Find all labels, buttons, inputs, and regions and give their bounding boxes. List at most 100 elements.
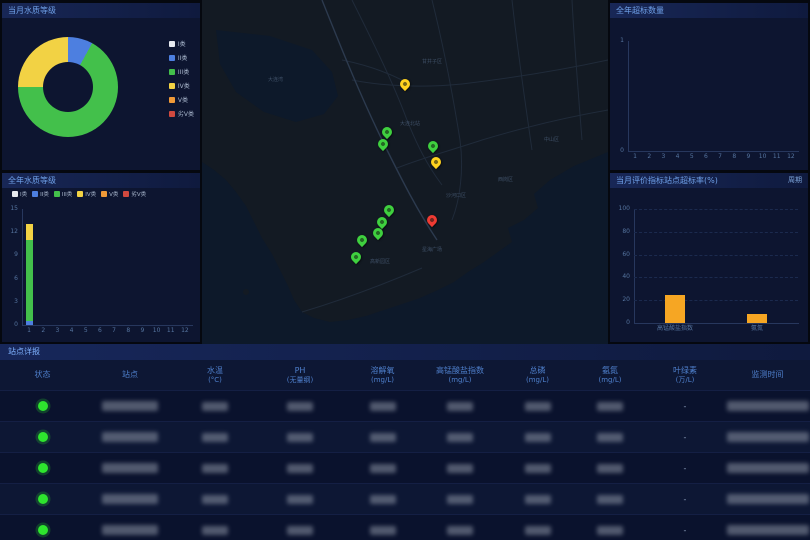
map-pin-warning[interactable] <box>429 155 443 169</box>
value-cell <box>420 495 500 504</box>
redacted-value <box>202 464 228 473</box>
column-label: 氨氮 <box>602 366 618 376</box>
value-cell <box>175 402 255 411</box>
redacted-value <box>597 433 623 442</box>
column-unit: (°C) <box>208 376 222 385</box>
map-pin-warning[interactable] <box>398 77 412 91</box>
table-row[interactable]: - <box>0 421 810 452</box>
month-quality-donut-chart[interactable] <box>18 37 118 137</box>
table-row[interactable]: - <box>0 452 810 483</box>
chart-plot <box>628 41 799 152</box>
chart-plot <box>22 209 193 326</box>
redacted-station-name <box>102 463 158 473</box>
y-tick-label: 100 <box>614 206 630 212</box>
legend-label: V类 <box>178 95 188 104</box>
column-label: 总磷 <box>530 366 546 376</box>
map-overlay: 大连湾甘井子区大连北站中山区西岗区沙河口区星海广场高新园区 <box>202 0 608 344</box>
map-pin-normal[interactable] <box>382 203 396 217</box>
y-tick-label: 1 <box>614 38 624 44</box>
legend-item[interactable]: I类 <box>12 190 27 198</box>
column-label: 站点 <box>122 370 138 380</box>
column-label: PH <box>295 366 306 376</box>
legend-swatch <box>32 191 38 197</box>
value-cell <box>575 526 645 535</box>
value-cell <box>500 526 575 535</box>
value-cell <box>175 433 255 442</box>
column-unit: (mg/L) <box>599 376 622 385</box>
map-pin-normal[interactable] <box>426 139 440 153</box>
chlorophyll-cell: - <box>645 526 725 535</box>
legend-item[interactable]: V类 <box>101 190 118 198</box>
legend-item[interactable]: 劣V类 <box>123 190 146 198</box>
column-unit: (无量纲) <box>287 376 313 385</box>
legend-item[interactable]: II类 <box>32 190 49 198</box>
value-cell <box>345 464 420 473</box>
column-unit: (万/L) <box>676 376 695 385</box>
table-row[interactable]: - <box>0 390 810 421</box>
redacted-value <box>597 464 623 473</box>
period-selector[interactable]: 周期 <box>788 173 802 188</box>
redacted-value <box>525 433 551 442</box>
panel-year-exceed: 全年超标数量 01123456789101112 <box>610 3 808 170</box>
value-cell <box>345 526 420 535</box>
map-pin-normal[interactable] <box>376 137 390 151</box>
column-header: 站点 <box>85 360 175 390</box>
legend-item[interactable]: III类 <box>54 190 72 198</box>
table-row[interactable]: - <box>0 514 810 540</box>
legend-label: II类 <box>40 190 49 198</box>
legend-swatch <box>169 83 175 89</box>
redacted-value <box>525 402 551 411</box>
redacted-value <box>597 526 623 535</box>
redacted-value <box>525 526 551 535</box>
legend-item[interactable]: 劣V类 <box>169 109 194 118</box>
map-pin-alarm[interactable] <box>425 213 439 227</box>
redacted-value <box>447 433 473 442</box>
redacted-timestamp <box>727 432 809 442</box>
time-cell <box>725 432 810 442</box>
redacted-value <box>202 402 228 411</box>
panel-month-rate: 当月评价指标站点超标率(%) 周期 020406080100高锰酸盐指数氨氮 <box>610 173 808 342</box>
chlorophyll-cell: - <box>645 433 725 442</box>
legend-label: III类 <box>178 67 189 76</box>
value-cell <box>575 402 645 411</box>
status-ok-indicator <box>38 401 48 411</box>
table-row[interactable]: - <box>0 483 810 514</box>
rate-bar <box>747 314 767 323</box>
value-cell <box>175 464 255 473</box>
legend-label: I类 <box>178 39 186 48</box>
redacted-station-name <box>102 525 158 535</box>
map-pin-normal[interactable] <box>349 250 363 264</box>
column-header: 监测时间 <box>725 360 810 390</box>
year-quality-bar-chart: 03691215123456789101112 <box>6 203 196 337</box>
panel-year-quality: 全年水质等级 I类II类III类IV类V类劣V类 036912151234567… <box>2 173 200 342</box>
legend-item[interactable]: IV类 <box>77 190 96 198</box>
column-header: 氨氮(mg/L) <box>575 360 645 390</box>
map-pin-normal[interactable] <box>380 125 394 139</box>
value-cell <box>175 495 255 504</box>
map-pin-normal[interactable] <box>355 233 369 247</box>
panel-year-exceed-title: 全年超标数量 <box>610 3 808 18</box>
y-tick-label: 3 <box>6 299 18 305</box>
column-header: 高锰酸盐指数(mg/L) <box>420 360 500 390</box>
map-place-label: 高新园区 <box>370 258 390 265</box>
legend-item[interactable]: II类 <box>169 53 194 62</box>
x-tick-label: 氨氮 <box>723 326 791 332</box>
value-cell <box>500 433 575 442</box>
stacked-bar-segment <box>26 321 33 325</box>
redacted-value <box>370 464 396 473</box>
redacted-timestamp <box>727 401 809 411</box>
station-map[interactable]: 大连湾甘井子区大连北站中山区西岗区沙河口区星海广场高新园区 <box>202 0 608 344</box>
status-cell <box>0 463 85 473</box>
legend-item[interactable]: V类 <box>169 95 194 104</box>
gridline <box>634 255 798 256</box>
legend-item[interactable]: III类 <box>169 67 194 76</box>
stacked-bar-segment <box>26 240 33 321</box>
map-place-label: 甘井子区 <box>422 58 442 65</box>
value-cell <box>255 526 345 535</box>
station-table-header-row: 状态站点水温(°C)PH(无量纲)溶解氧(mg/L)高锰酸盐指数(mg/L)总磷… <box>0 360 810 390</box>
column-label: 高锰酸盐指数 <box>436 366 484 376</box>
redacted-value <box>287 526 313 535</box>
redacted-timestamp <box>727 525 809 535</box>
legend-item[interactable]: IV类 <box>169 81 194 90</box>
legend-item[interactable]: I类 <box>169 39 194 48</box>
